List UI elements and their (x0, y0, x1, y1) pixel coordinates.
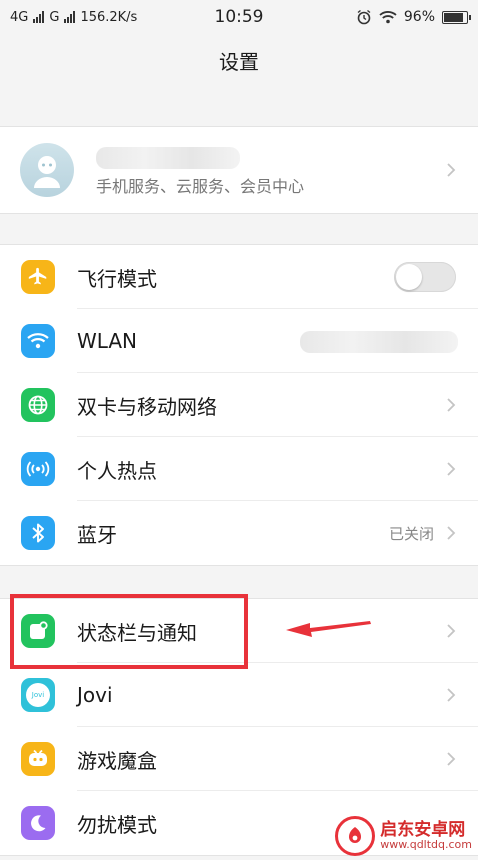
connectivity-section: 飞行模式 WLAN 双卡与移动网络 个人热点 蓝牙 已关闭 (0, 244, 478, 566)
row-jovi[interactable]: Jovi Jovi (0, 663, 478, 727)
battery-percent: 96% (403, 9, 435, 25)
airplane-icon (21, 260, 55, 294)
account-subtitle: 手机服务、云服务、会员中心 (96, 177, 305, 196)
signal-icon (64, 11, 76, 23)
status-right: 96% (356, 9, 471, 25)
bluetooth-status: 已关闭 (388, 524, 434, 543)
row-game-box[interactable]: 游戏魔盒 (0, 727, 478, 791)
watermark-url: www.qdltdq.com (380, 838, 472, 852)
account-name-blurred (96, 147, 240, 169)
annotation-arrow-icon (286, 621, 371, 637)
sim1-label: 4G (10, 9, 29, 25)
alarm-icon (357, 9, 371, 25)
watermark-name: 启东安卓网 (380, 819, 466, 840)
sim2-label: G (49, 9, 60, 25)
row-wlan[interactable]: WLAN (0, 309, 478, 373)
row-label: 双卡与移动网络 (77, 394, 217, 419)
row-label: 状态栏与通知 (77, 620, 197, 645)
watermark: 启东安卓网 www.qdltdq.com (335, 816, 472, 856)
network-speed: 156.2K/s (80, 9, 138, 25)
signal-icon (33, 11, 45, 23)
row-label: Jovi (77, 683, 113, 707)
chevron-right-icon (447, 163, 456, 177)
row-label: 飞行模式 (77, 266, 157, 291)
status-left: 4G G 156.2K/s (10, 10, 137, 25)
row-label: 勿扰模式 (77, 812, 157, 837)
chevron-right-icon (447, 462, 456, 476)
moon-icon (21, 806, 55, 840)
wifi-icon (21, 324, 55, 358)
row-status-bar-notifications[interactable]: 状态栏与通知 (0, 599, 478, 663)
chevron-right-icon (447, 752, 456, 766)
globe-icon (21, 388, 55, 422)
toggle-knob (396, 264, 422, 290)
watermark-logo-icon (335, 816, 376, 856)
row-bluetooth[interactable]: 蓝牙 已关闭 (0, 501, 478, 565)
chevron-right-icon (447, 624, 456, 638)
row-hotspot[interactable]: 个人热点 (0, 437, 478, 501)
wifi-status-icon (379, 11, 397, 24)
battery-icon (442, 10, 471, 24)
notification-icon (21, 614, 55, 648)
wlan-name-blurred (300, 331, 458, 353)
airplane-mode-toggle[interactable] (394, 262, 456, 292)
row-label: 蓝牙 (77, 522, 117, 547)
chevron-right-icon (447, 688, 456, 702)
chevron-right-icon (447, 526, 456, 540)
row-label: 个人热点 (77, 458, 157, 483)
row-label: 游戏魔盒 (77, 748, 157, 773)
bluetooth-icon (21, 516, 55, 550)
row-airplane-mode[interactable]: 飞行模式 (0, 245, 478, 309)
row-label: WLAN (77, 329, 138, 353)
page-title: 设置 (219, 50, 259, 74)
jovi-badge: Jovi (26, 683, 50, 707)
account-section[interactable]: 手机服务、云服务、会员中心 (0, 126, 478, 214)
avatar (20, 143, 74, 197)
row-dual-sim[interactable]: 双卡与移动网络 (0, 373, 478, 437)
avatar-icon (34, 156, 60, 188)
status-bar: 4G G 156.2K/s 96% 10:59 (0, 0, 478, 34)
hotspot-icon (21, 452, 55, 486)
jovi-icon: Jovi (21, 678, 55, 712)
chevron-right-icon (447, 398, 456, 412)
gamepad-icon (21, 742, 55, 776)
